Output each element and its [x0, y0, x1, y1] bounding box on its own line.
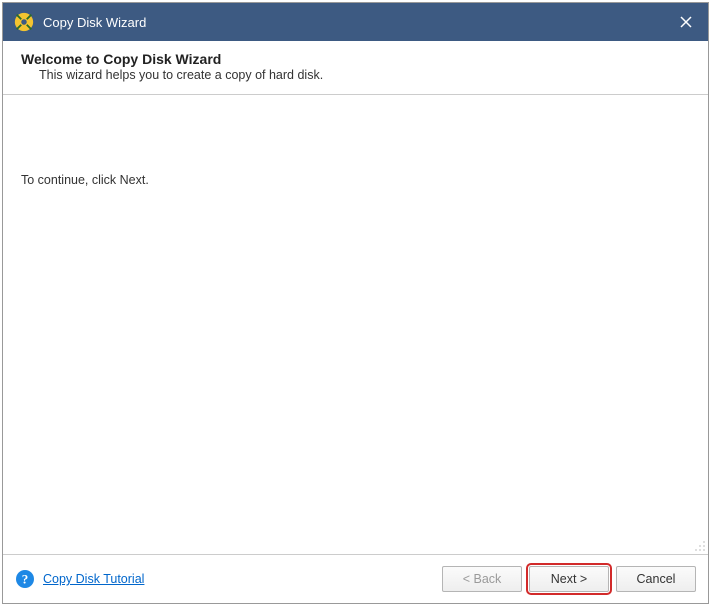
- window-title: Copy Disk Wizard: [43, 15, 663, 30]
- help-icon: ?: [15, 569, 35, 589]
- titlebar: Copy Disk Wizard: [3, 3, 708, 41]
- close-button[interactable]: [663, 3, 708, 41]
- wizard-footer: ? Copy Disk Tutorial < Back Next > Cance…: [3, 554, 708, 603]
- app-icon: [13, 11, 35, 33]
- close-icon: [680, 16, 692, 28]
- wizard-header: Welcome to Copy Disk Wizard This wizard …: [3, 41, 708, 95]
- body-instruction: To continue, click Next.: [21, 173, 149, 187]
- wizard-body: To continue, click Next.: [3, 95, 708, 554]
- header-subtext: This wizard helps you to create a copy o…: [39, 68, 690, 82]
- cancel-button[interactable]: Cancel: [616, 566, 696, 592]
- tutorial-link[interactable]: Copy Disk Tutorial: [43, 572, 144, 586]
- header-heading: Welcome to Copy Disk Wizard: [21, 51, 690, 67]
- next-button[interactable]: Next >: [529, 566, 609, 592]
- back-button[interactable]: < Back: [442, 566, 522, 592]
- resize-grip-icon: [694, 540, 706, 552]
- svg-text:?: ?: [22, 572, 29, 587]
- wizard-window: Copy Disk Wizard Welcome to Copy Disk Wi…: [2, 2, 709, 604]
